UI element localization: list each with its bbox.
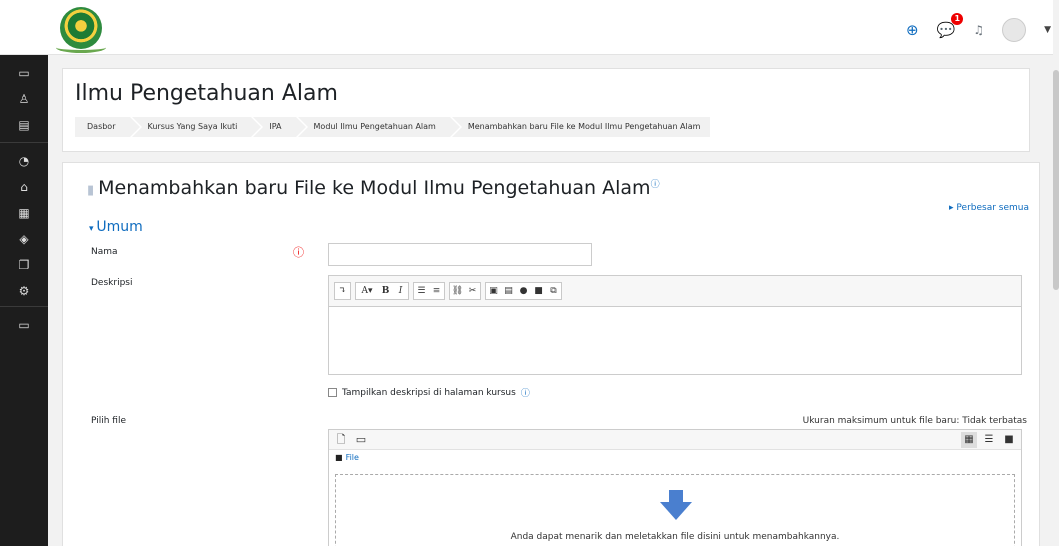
show-description-checkbox[interactable] (328, 388, 337, 397)
home-icon[interactable]: ⌂ (0, 176, 48, 198)
media-icon[interactable]: ▤ (501, 283, 516, 299)
file-picker-toolbar: 🗋 ▭ ▦ ☰ ■ (329, 430, 1021, 450)
microphone-icon[interactable]: ● (516, 283, 531, 299)
folder-icon[interactable]: ▭ (0, 62, 48, 84)
video-icon[interactable]: ■ (531, 283, 546, 299)
unlink-icon[interactable]: ✂ (465, 283, 480, 299)
breadcrumb-item-my-courses[interactable]: Kursus Yang Saya Ikuti (131, 117, 264, 137)
breadcrumb: Dasbor Kursus Yang Saya Ikuti IPA Modul … (75, 117, 712, 137)
description-editor: ↴ A▾ B I ☰ ≡ ⛓ ✂ ▣ ▤ ● ■ ⧉ (328, 275, 1022, 375)
file-icon: ▮ (87, 183, 95, 198)
name-label: Nama (91, 247, 118, 257)
file-picker: 🗋 ▭ ▦ ☰ ■ ■ File Anda dapat menarik dan m… (328, 429, 1022, 546)
gauge-icon[interactable]: ◔ (0, 150, 48, 172)
drop-zone[interactable]: Anda dapat menarik dan meletakkan file d… (335, 474, 1015, 546)
breadcrumb-item-dashboard[interactable]: Dasbor (75, 117, 141, 137)
drop-zone-text: Anda dapat menarik dan meletakkan file d… (510, 532, 840, 542)
name-input[interactable] (328, 243, 592, 266)
image-icon[interactable]: ▣ (486, 283, 501, 299)
help-icon[interactable]: ⓘ (651, 180, 660, 190)
form-title-text: Menambahkan baru File ke Modul Ilmu Peng… (98, 177, 651, 199)
help-icon[interactable]: ⓘ (521, 386, 530, 399)
description-textarea[interactable] (329, 307, 1021, 374)
chevron-down-icon[interactable]: ▼ (1044, 25, 1051, 35)
required-icon: ⓘ (293, 246, 304, 259)
show-description-label: Tampilkan deskripsi di halaman kursus (342, 387, 516, 398)
font-style-icon[interactable]: A▾ (356, 283, 378, 299)
page-title: Ilmu Pengetahuan Alam (75, 81, 338, 106)
unordered-list-icon[interactable]: ☰ (414, 283, 429, 299)
bell-icon[interactable]: ♫ (973, 21, 984, 39)
description-label: Deskripsi (91, 278, 133, 288)
expand-all-link[interactable]: ▸ Perbesar semua (949, 203, 1029, 213)
page-scrollbar[interactable] (1053, 0, 1059, 546)
folder-icon[interactable]: ▭ (0, 314, 48, 336)
download-arrow-icon (660, 490, 692, 520)
create-folder-icon[interactable]: ▭ (353, 432, 369, 448)
site-logo[interactable] (56, 7, 106, 53)
bold-icon[interactable]: B (378, 283, 393, 299)
book-icon[interactable]: ▤ (0, 114, 48, 136)
section-title: Umum (96, 219, 143, 235)
list-view-icon[interactable]: ☰ (981, 432, 997, 448)
users-icon[interactable]: ♙ (0, 88, 48, 110)
file-label: Pilih file (91, 416, 127, 426)
ordered-list-icon[interactable]: ≡ (429, 283, 444, 299)
top-navbar: ⊕ 💬 1 ♫ ▼ (0, 0, 1059, 55)
link-icon[interactable]: ⛓ (450, 283, 465, 299)
form-heading: ▮ Menambahkan baru File ke Modul Ilmu Pen… (87, 177, 660, 199)
settings-icon[interactable]: ⚙ (0, 280, 48, 302)
copy-icon[interactable]: ⧉ (546, 283, 561, 299)
page-header: Ilmu Pengetahuan Alam Dasbor Kursus Yang… (62, 68, 1030, 152)
notification-badge: 1 (951, 13, 964, 25)
show-description-option: Tampilkan deskripsi di halaman kursus ⓘ (328, 386, 530, 399)
italic-icon[interactable]: I (393, 283, 408, 299)
file-path: ■ File (335, 453, 359, 462)
avatar[interactable] (1002, 18, 1027, 42)
calendar-icon[interactable]: ▦ (0, 202, 48, 224)
add-file-icon[interactable]: 🗋 (333, 432, 349, 448)
folder-icon: ■ (335, 453, 343, 462)
message-icon[interactable]: 💬 1 (937, 13, 964, 39)
file-path-label[interactable]: File (346, 453, 359, 462)
section-general-toggle[interactable]: ▾ Umum (89, 219, 143, 235)
globe-icon[interactable]: ⊕ (906, 21, 919, 39)
left-drawer-rail: ☰ ▭ ♙ ▤ ◔ ⌂ ▦ ◈ ❐ ⚙ ▭ (0, 0, 48, 546)
scrollbar-thumb[interactable] (1053, 70, 1059, 290)
files-icon[interactable]: ❐ (0, 254, 48, 276)
breadcrumb-item-current[interactable]: Menambahkan baru File ke Modul Ilmu Peng… (451, 117, 711, 137)
editor-toolbar: ↴ A▾ B I ☰ ≡ ⛓ ✂ ▣ ▤ ● ■ ⧉ (329, 276, 1021, 307)
main-content: ▮ Menambahkan baru File ke Modul Ilmu Pen… (62, 162, 1040, 546)
tree-view-icon[interactable]: ■ (1001, 432, 1017, 448)
grad-cap-icon[interactable]: ◈ (0, 228, 48, 250)
toolbar-toggle-icon[interactable]: ↴ (335, 283, 350, 299)
max-size-note: Ukuran maksimum untuk file baru: Tidak t… (802, 416, 1027, 426)
breadcrumb-item-module[interactable]: Modul Ilmu Pengetahuan Alam (297, 117, 463, 137)
navbar-actions: ⊕ 💬 1 ♫ ▼ (906, 13, 1051, 42)
grid-view-icon[interactable]: ▦ (961, 432, 977, 448)
